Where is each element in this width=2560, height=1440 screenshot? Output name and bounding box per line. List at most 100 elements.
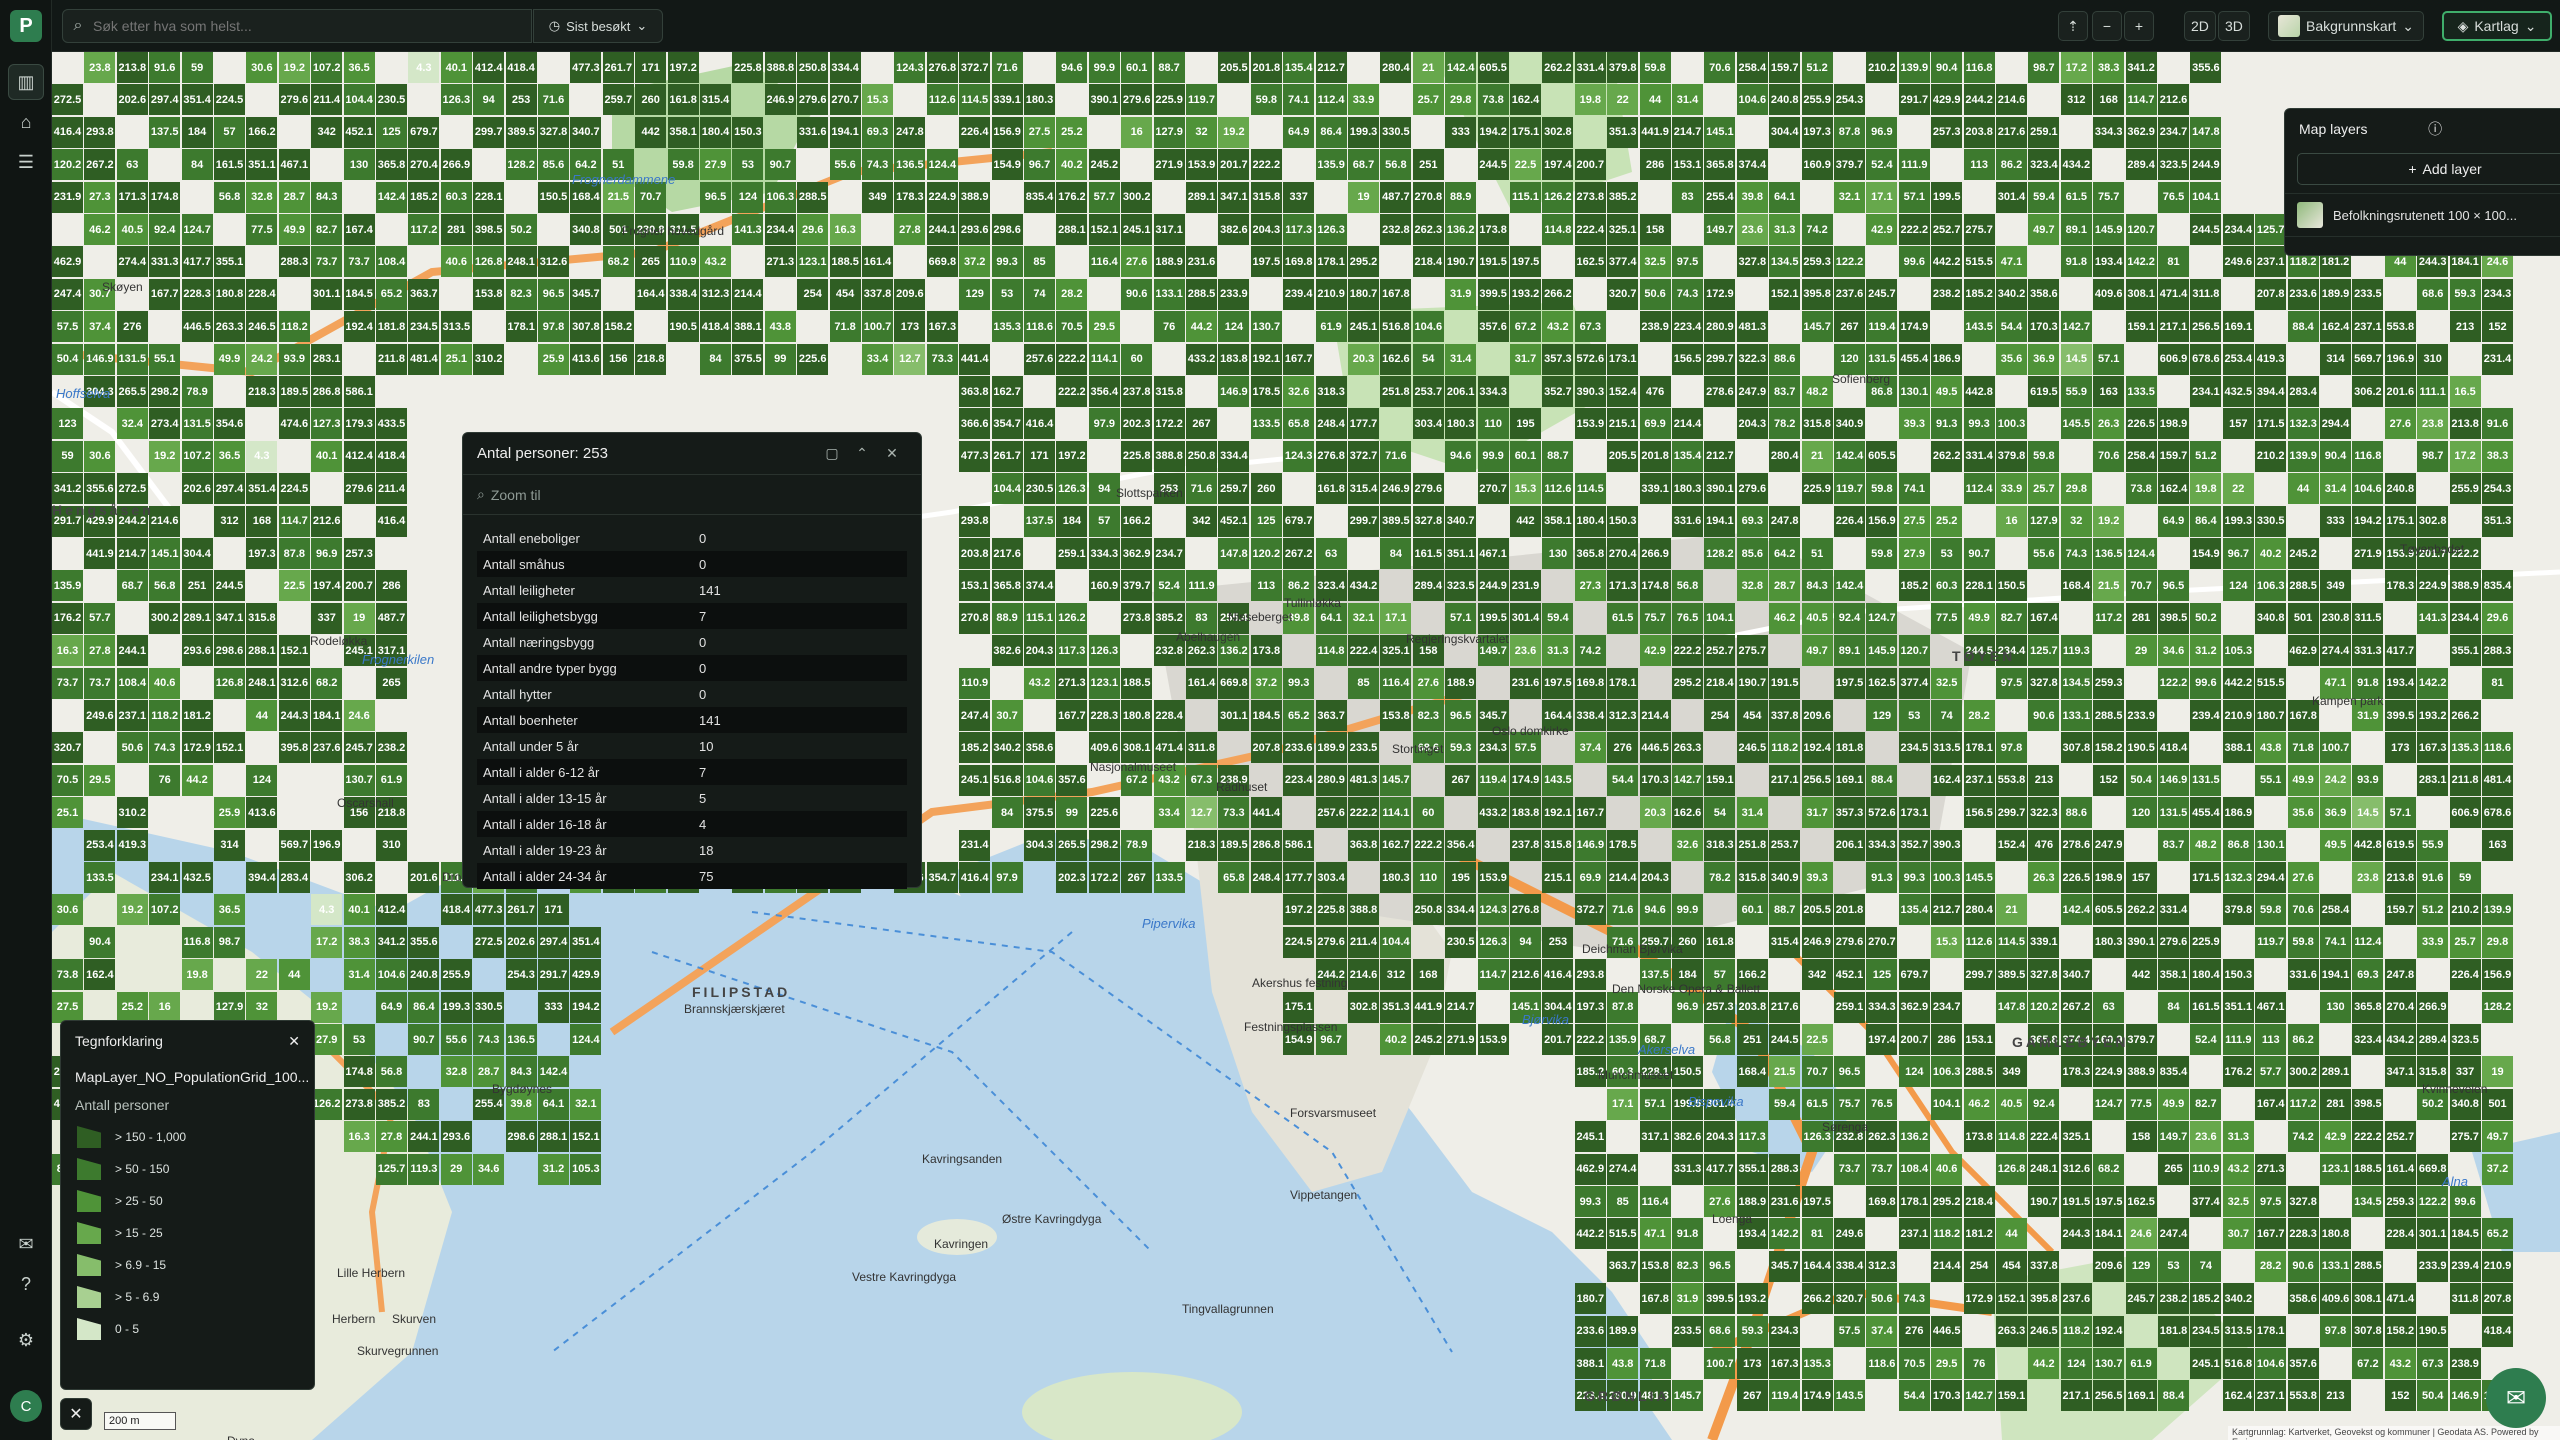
grid-cell[interactable]: 409.6 [1088, 732, 1120, 764]
grid-cell[interactable]: 111.9 [1898, 149, 1930, 181]
grid-cell[interactable]: 27.5 [1898, 505, 1930, 537]
grid-cell[interactable]: 114.8 [1542, 214, 1574, 245]
grid-cell[interactable]: 417.7 [181, 246, 213, 278]
grid-cell[interactable]: 572.6 [1866, 797, 1898, 829]
grid-cell[interactable]: 283.4 [278, 862, 310, 893]
grid-cell[interactable]: 322.3 [1736, 343, 1768, 375]
grid-cell[interactable]: 180.3 [1445, 408, 1477, 440]
grid-cell[interactable]: 147.8 [2190, 116, 2222, 148]
grid-cell[interactable]: 132.3 [2287, 408, 2319, 440]
grid-cell[interactable]: 172.9 [181, 732, 213, 764]
grid-cell[interactable]: 358.1 [667, 116, 699, 148]
grid-cell[interactable]: 419.3 [116, 829, 148, 861]
grid-cell[interactable]: 238.2 [1931, 278, 1963, 310]
grid-cell[interactable]: 166.2 [1121, 505, 1153, 537]
grid-cell[interactable]: 357.3 [1834, 797, 1865, 829]
grid-cell[interactable]: 162.4 [2158, 473, 2189, 505]
grid-cell[interactable]: 198.9 [2093, 862, 2125, 893]
grid-cell[interactable]: 341.2 [2125, 52, 2157, 83]
grid-cell[interactable]: 37.2 [1250, 667, 1282, 699]
grid-cell[interactable]: 288.1 [1056, 214, 1088, 245]
grid-cell[interactable]: 123.1 [2320, 1153, 2351, 1185]
grid-cell[interactable]: 75.7 [1639, 602, 1671, 634]
grid-cell[interactable]: 432.5 [181, 862, 213, 893]
grid-cell[interactable]: 442.2 [1931, 246, 1963, 278]
grid-cell[interactable]: 206.1 [1834, 829, 1865, 861]
grid-cell[interactable]: 19.2 [116, 894, 148, 926]
grid-cell[interactable]: 126.2 [1056, 602, 1088, 634]
grid-cell[interactable]: 199.3 [440, 991, 472, 1023]
grid-cell[interactable]: 120.2 [1250, 538, 1282, 569]
grid-cell[interactable]: 44 [1996, 1218, 2027, 1250]
grid-cell[interactable]: 160.9 [1801, 149, 1833, 181]
grid-cell[interactable]: 59.3 [1736, 1315, 1768, 1347]
grid-cell[interactable]: 342 [1186, 505, 1217, 537]
grid-cell[interactable]: 218.4 [1704, 667, 1736, 699]
grid-cell[interactable]: 181.2 [1963, 1218, 1995, 1250]
grid-cell[interactable]: 191.5 [2060, 1186, 2092, 1217]
grid-cell[interactable]: 211.8 [376, 343, 407, 375]
grid-cell[interactable]: 158 [2125, 1121, 2157, 1153]
grid-cell[interactable]: 233.5 [2352, 278, 2384, 310]
grid-cell[interactable]: 43.2 [2222, 1153, 2254, 1185]
grid-cell[interactable]: 358.6 [2287, 1283, 2319, 1315]
grid-cell[interactable]: 174.9 [1898, 311, 1930, 343]
grid-cell[interactable]: 167.7 [1574, 797, 1606, 829]
grid-cell[interactable]: 605.5 [2093, 894, 2125, 926]
grid-cell[interactable]: 234.5 [1898, 732, 1930, 764]
grid-cell[interactable]: 274.4 [2320, 635, 2351, 667]
grid-cell[interactable]: 253.7 [1769, 829, 1801, 861]
grid-cell[interactable]: 382.6 [991, 635, 1023, 667]
grid-cell[interactable]: 30.7 [2222, 1218, 2254, 1250]
grid-cell[interactable]: 239.4 [2190, 700, 2222, 731]
grid-cell[interactable]: 265.5 [1056, 829, 1088, 861]
grid-cell[interactable]: 263.3 [1672, 732, 1703, 764]
grid-cell[interactable]: 97.5 [1672, 246, 1703, 278]
grid-cell[interactable]: 156.9 [991, 116, 1023, 148]
grid-cell[interactable]: 149.7 [2158, 1121, 2189, 1153]
grid-cell[interactable]: 300.2 [149, 602, 181, 634]
grid-cell[interactable]: 36.9 [2320, 797, 2351, 829]
grid-cell[interactable]: 331.4 [1963, 440, 1995, 472]
grid-cell[interactable]: 222.2 [1412, 829, 1444, 861]
grid-cell[interactable]: 173.8 [1477, 214, 1509, 245]
grid-cell[interactable]: 318.3 [1315, 376, 1347, 407]
grid-cell[interactable]: 183.8 [1218, 343, 1250, 375]
grid-cell[interactable]: 142.4 [1834, 570, 1865, 602]
grid-cell[interactable]: 389.5 [505, 116, 537, 148]
grid-cell[interactable]: 152 [2384, 1380, 2416, 1412]
grid-cell[interactable]: 25.2 [1056, 116, 1088, 148]
grid-cell[interactable]: 153.8 [1380, 700, 1412, 731]
grid-cell[interactable]: 112.4 [1963, 473, 1995, 505]
grid-cell[interactable]: 280.4 [1769, 440, 1801, 472]
grid-cell[interactable]: 83 [408, 1088, 440, 1120]
grid-cell[interactable]: 317.1 [1639, 1121, 1671, 1153]
grid-cell[interactable]: 168 [2093, 84, 2125, 116]
grid-cell[interactable]: 253.7 [1412, 376, 1444, 407]
grid-cell[interactable]: 86.4 [2190, 505, 2222, 537]
grid-cell[interactable]: 85 [1348, 667, 1379, 699]
grid-cell[interactable]: 27.6 [1412, 667, 1444, 699]
app-logo[interactable]: P [10, 10, 42, 42]
grid-cell[interactable]: 379.7 [1834, 149, 1865, 181]
grid-cell[interactable]: 234.4 [2449, 602, 2481, 634]
grid-cell[interactable]: 197.4 [1866, 1024, 1898, 1055]
grid-cell[interactable]: 197.3 [1574, 991, 1606, 1023]
grid-cell[interactable]: 394.4 [2255, 376, 2287, 407]
grid-cell[interactable]: 311.8 [2190, 278, 2222, 310]
grid-cell[interactable]: 270.4 [2384, 991, 2416, 1023]
grid-cell[interactable]: 201.8 [1639, 440, 1671, 472]
grid-cell[interactable]: 56.8 [1672, 570, 1703, 602]
grid-cell[interactable]: 416.4 [52, 116, 83, 148]
grid-cell[interactable]: 230.8 [2320, 602, 2351, 634]
grid-cell[interactable]: 74.3 [1672, 278, 1703, 310]
grid-cell[interactable]: 113 [2255, 1024, 2287, 1055]
grid-cell[interactable]: 409.6 [2093, 278, 2125, 310]
grid-cell[interactable]: 455.4 [2190, 797, 2222, 829]
grid-cell[interactable]: 363.8 [1348, 829, 1379, 861]
grid-cell[interactable]: 126.8 [473, 246, 505, 278]
grid-cell[interactable]: 130 [1542, 538, 1574, 569]
grid-cell[interactable]: 176.2 [2222, 1056, 2254, 1088]
grid-cell[interactable]: 217.1 [2158, 311, 2189, 343]
grid-cell[interactable]: 4.3 [408, 52, 440, 83]
